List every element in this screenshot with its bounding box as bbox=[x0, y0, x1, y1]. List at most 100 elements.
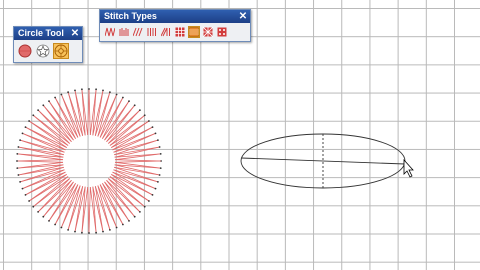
stitch-point bbox=[122, 223, 124, 226]
ellipse-shape[interactable] bbox=[240, 133, 406, 189]
fill-grid-stitch-icon bbox=[175, 27, 185, 37]
stitch-point bbox=[128, 220, 130, 222]
fill-dotted-stitch-button[interactable] bbox=[216, 26, 228, 38]
stitch-point bbox=[133, 104, 136, 107]
stitch-point bbox=[48, 100, 50, 102]
red-filled-circle-icon bbox=[18, 44, 32, 58]
stitch-point bbox=[81, 231, 83, 234]
stitch-types-titlebar[interactable]: Stitch Types ✕ bbox=[100, 10, 250, 23]
stitch-point bbox=[88, 88, 90, 90]
circle-tool-titlebar[interactable]: Circle Tool ✕ bbox=[14, 27, 82, 40]
circle-tool-palette: Circle Tool ✕ bbox=[13, 26, 83, 63]
stitch-point bbox=[67, 229, 69, 231]
stitch-types-title: Stitch Types bbox=[104, 11, 157, 21]
satin-diagonal-stitch-button[interactable] bbox=[132, 26, 144, 38]
stitch-point bbox=[159, 167, 162, 170]
stitch-point bbox=[81, 88, 83, 91]
stitch-point bbox=[28, 200, 30, 202]
stitch-point bbox=[102, 89, 104, 92]
stitch-point bbox=[19, 139, 21, 142]
stitch-point bbox=[151, 194, 154, 196]
stitch-point bbox=[139, 109, 141, 111]
stitch-types-close-icon[interactable]: ✕ bbox=[238, 10, 248, 23]
fill-grid-stitch-button[interactable] bbox=[174, 26, 186, 38]
fill-dotted-stitch-icon bbox=[217, 27, 227, 37]
satin-zigzag-stitch-button[interactable] bbox=[104, 26, 116, 38]
stitch-point bbox=[109, 91, 111, 93]
stitch-point bbox=[74, 89, 76, 92]
stitch-point bbox=[60, 93, 63, 96]
stitch-point bbox=[21, 187, 24, 190]
stitch-point bbox=[148, 120, 150, 122]
stitch-point bbox=[143, 205, 146, 208]
stitch-point bbox=[154, 132, 157, 135]
stitch-point bbox=[133, 215, 136, 218]
stitch-point bbox=[60, 226, 63, 229]
stitch-line bbox=[16, 159, 64, 162]
stitch-point bbox=[88, 232, 90, 234]
stitch-point bbox=[115, 93, 118, 96]
fill-cross-stitch-button[interactable] bbox=[202, 26, 214, 38]
stitch-point bbox=[67, 91, 69, 93]
stitch-point bbox=[122, 96, 124, 99]
satin-mixed-stitch-button[interactable] bbox=[160, 26, 172, 38]
stitch-point bbox=[19, 181, 21, 183]
satin-diagonal-stitch-icon bbox=[133, 27, 143, 37]
stitch-line bbox=[74, 186, 84, 232]
stitch-point bbox=[148, 200, 150, 202]
satin-vertical-stitch-button[interactable] bbox=[146, 26, 158, 38]
satin-vertical-stitch-icon bbox=[147, 28, 156, 36]
stitch-point bbox=[109, 229, 111, 231]
stitch-point bbox=[16, 167, 19, 170]
starburst-circle-tool-button[interactable] bbox=[53, 43, 69, 59]
star-icon bbox=[36, 44, 50, 58]
stitch-point bbox=[159, 153, 162, 155]
stitch-point bbox=[157, 181, 159, 183]
satin-mixed-stitch-icon bbox=[161, 27, 170, 37]
stitch-point bbox=[32, 114, 35, 117]
stitch-point bbox=[54, 96, 56, 99]
stitch-point bbox=[139, 211, 141, 213]
stitch-line bbox=[114, 166, 160, 176]
stitch-point bbox=[102, 230, 104, 233]
stitch-point bbox=[115, 226, 118, 229]
stitch-point bbox=[158, 174, 161, 176]
stitch-point bbox=[143, 114, 146, 117]
stitch-point bbox=[32, 205, 35, 208]
fill-pattern-stitch-icon bbox=[189, 27, 199, 37]
red-filled-circle-tool-button[interactable] bbox=[17, 43, 33, 59]
stitch-point bbox=[17, 174, 20, 176]
stitch-point bbox=[95, 88, 97, 91]
star-tool-button[interactable] bbox=[35, 43, 51, 59]
stitch-point bbox=[42, 215, 45, 218]
stitch-point bbox=[54, 223, 56, 226]
stitch-point bbox=[74, 230, 76, 233]
stitch-point bbox=[37, 211, 39, 213]
circle-tool-title: Circle Tool bbox=[18, 28, 64, 38]
stitch-point bbox=[28, 120, 30, 122]
stitch-point bbox=[17, 146, 20, 148]
fill-cross-stitch-icon bbox=[203, 27, 213, 37]
satin-wave-stitch-button[interactable] bbox=[118, 26, 130, 38]
stitch-point bbox=[21, 132, 24, 135]
stitch-point bbox=[154, 187, 157, 190]
stitched-ring-shape[interactable] bbox=[16, 88, 162, 234]
stitch-line bbox=[94, 90, 104, 136]
stitch-point bbox=[16, 153, 19, 155]
stitch-line bbox=[87, 186, 90, 234]
stitch-point bbox=[48, 220, 50, 222]
circle-tool-close-icon[interactable]: ✕ bbox=[70, 27, 80, 40]
stitch-point bbox=[128, 100, 130, 102]
stitch-point bbox=[158, 146, 161, 148]
stitch-types-palette: Stitch Types ✕ bbox=[99, 9, 251, 42]
stitch-line bbox=[18, 146, 64, 156]
fill-pattern-stitch-button[interactable] bbox=[188, 26, 200, 38]
stitch-point bbox=[24, 126, 27, 128]
stitch-point bbox=[37, 109, 39, 111]
stitch-line bbox=[88, 88, 91, 136]
stitch-line bbox=[114, 159, 162, 162]
starburst-circle-icon bbox=[54, 44, 68, 58]
stitch-point bbox=[16, 160, 18, 162]
satin-wave-stitch-icon bbox=[119, 28, 129, 36]
stitch-point bbox=[151, 126, 154, 128]
